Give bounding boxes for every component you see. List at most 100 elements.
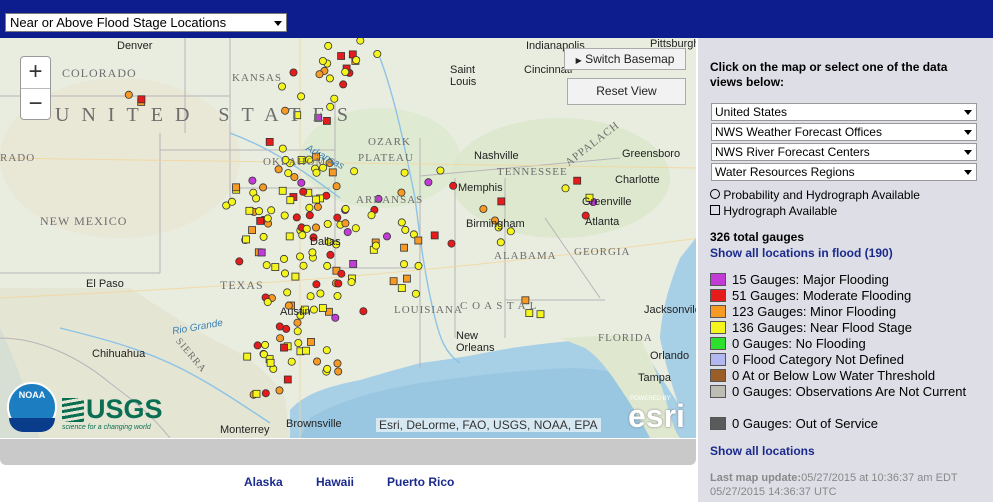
gauge-marker-circle[interactable] [292, 213, 301, 222]
gauge-marker-circle[interactable] [290, 173, 299, 182]
gauge-marker-square[interactable] [280, 343, 288, 352]
gauge-marker-circle[interactable] [351, 224, 360, 233]
gauge-marker-circle[interactable] [227, 197, 236, 206]
gauge-marker-circle[interactable] [293, 327, 302, 336]
legend-row-minor[interactable]: 123 Gauges: Minor Flooding [710, 304, 896, 319]
gauge-marker-square[interactable] [414, 236, 423, 245]
gauge-marker-circle[interactable] [330, 94, 339, 103]
legend-row-near[interactable]: 136 Gauges: Near Flood Stage [710, 320, 912, 335]
gauge-marker-circle[interactable] [261, 340, 270, 349]
gauge-marker-circle[interactable] [397, 218, 406, 227]
zoom-in-button[interactable]: + [21, 57, 50, 89]
legend-row-major[interactable]: 15 Gauges: Major Flooding [710, 272, 889, 287]
gauge-marker-circle[interactable] [305, 211, 314, 220]
gauge-marker-circle[interactable] [359, 307, 368, 316]
select-united-states[interactable]: United States [711, 103, 977, 121]
gauge-marker-circle[interactable] [263, 298, 272, 307]
flood-view-select[interactable]: Near or Above Flood Stage Locations [5, 13, 287, 32]
region-link-alaska[interactable]: Alaska [244, 475, 283, 489]
gauge-marker-square[interactable] [402, 274, 411, 283]
gauge-marker-circle[interactable] [298, 231, 307, 240]
gauge-marker-circle[interactable] [318, 56, 327, 65]
gauge-marker-circle[interactable] [326, 250, 335, 259]
gauge-marker-square[interactable] [257, 248, 266, 257]
gauge-marker-square[interactable] [278, 186, 287, 195]
gauge-marker-circle[interactable] [373, 49, 382, 58]
gauge-marker-circle[interactable] [313, 357, 322, 366]
gauge-marker-circle[interactable] [275, 322, 284, 331]
gauge-marker-circle[interactable] [276, 334, 285, 343]
gauge-marker-circle[interactable] [261, 389, 270, 398]
gauge-marker-square[interactable] [430, 231, 439, 240]
gauge-marker-circle[interactable] [235, 257, 244, 266]
gauge-marker-circle[interactable] [311, 223, 320, 232]
gauge-marker-circle[interactable] [316, 289, 325, 298]
select-nws-wfo[interactable]: NWS Weather Forecast Offices [711, 123, 977, 141]
gauge-marker-circle[interactable] [337, 269, 346, 278]
gauge-marker-square[interactable] [252, 389, 261, 398]
gauge-marker-circle[interactable] [331, 313, 340, 322]
gauge-marker-circle[interactable] [278, 144, 287, 153]
gauge-marker-circle[interactable] [400, 168, 409, 177]
gauge-marker-circle[interactable] [293, 318, 302, 327]
gauge-marker-circle[interactable] [302, 224, 311, 233]
zoom-out-button[interactable]: − [21, 89, 50, 120]
show-all-locations-link[interactable]: Show all locations [710, 444, 815, 458]
gauge-marker-circle[interactable] [322, 346, 331, 355]
gauge-marker-circle[interactable] [334, 367, 343, 376]
gauge-marker-circle[interactable] [356, 38, 365, 45]
gauge-marker-circle[interactable] [287, 357, 296, 366]
legend-row-not-defined[interactable]: 0 Flood Category Not Defined [710, 352, 904, 367]
gauge-marker-circle[interactable] [315, 70, 324, 79]
gauge-marker-square[interactable] [573, 176, 582, 185]
gauge-marker-square[interactable] [243, 352, 252, 361]
gauge-marker-circle[interactable] [424, 178, 433, 187]
gauge-marker-square[interactable] [302, 346, 310, 355]
gauge-marker-circle[interactable] [447, 239, 456, 248]
region-link-puerto-rico[interactable]: Puerto Rico [387, 475, 454, 489]
gauge-marker-circle[interactable] [299, 261, 308, 270]
gauge-marker-square[interactable] [271, 263, 280, 272]
gauge-marker-circle[interactable] [399, 260, 408, 269]
gauge-marker-circle[interactable] [371, 241, 380, 250]
gauge-marker-square[interactable] [536, 310, 545, 319]
reset-view-button[interactable]: Reset View [567, 78, 686, 105]
gauge-marker-circle[interactable] [339, 80, 348, 89]
gauge-marker-circle[interactable] [124, 90, 133, 99]
gauge-marker-circle[interactable] [347, 278, 356, 287]
region-link-hawaii[interactable]: Hawaii [316, 475, 354, 489]
gauge-marker-square[interactable] [497, 197, 506, 206]
legend-row-low-water[interactable]: 0 At or Below Low Water Threshold [710, 368, 935, 383]
gauge-marker-square[interactable] [232, 183, 241, 192]
show-flood-locations-link[interactable]: Show all locations in flood (190) [710, 246, 893, 260]
gauge-marker-circle[interactable] [275, 386, 284, 395]
map-view[interactable]: UNITED STATES COLORADO KANSAS OKLAHOMA N… [0, 38, 696, 438]
gauge-marker-square[interactable] [312, 195, 320, 204]
gauge-marker-circle[interactable] [352, 56, 361, 65]
gauge-marker-circle[interactable] [333, 359, 342, 368]
gauge-marker-circle[interactable] [414, 261, 423, 270]
gauge-marker-circle[interactable] [334, 279, 343, 288]
gauge-marker-square[interactable] [389, 277, 398, 286]
gauge-marker-circle[interactable] [294, 338, 303, 347]
gauge-marker-circle[interactable] [313, 202, 322, 211]
gauge-marker-circle[interactable] [297, 92, 306, 101]
gauge-marker-circle[interactable] [323, 364, 332, 373]
legend-row-not-current[interactable]: 0 Gauges: Observations Are Not Current [710, 384, 980, 399]
gauge-marker-circle[interactable] [449, 181, 458, 190]
gauge-marker-circle[interactable] [312, 168, 321, 177]
gauge-marker-circle[interactable] [248, 176, 257, 185]
gauge-marker-circle[interactable] [323, 261, 332, 270]
gauge-marker-circle[interactable] [325, 74, 334, 83]
gauge-marker-square[interactable] [256, 216, 265, 225]
gauge-marker-circle[interactable] [289, 68, 298, 77]
gauge-marker-circle[interactable] [333, 213, 342, 222]
gauge-marker-circle[interactable] [341, 219, 350, 228]
select-nws-rfc[interactable]: NWS River Forecast Centers [711, 143, 977, 161]
gauge-marker-circle[interactable] [259, 232, 268, 241]
gauge-marker-circle[interactable] [324, 41, 333, 50]
gauge-marker-square[interactable] [286, 196, 295, 205]
gauge-marker-circle[interactable] [259, 183, 268, 192]
gauge-marker-square[interactable] [337, 52, 346, 60]
gauge-marker-circle[interactable] [306, 292, 315, 301]
